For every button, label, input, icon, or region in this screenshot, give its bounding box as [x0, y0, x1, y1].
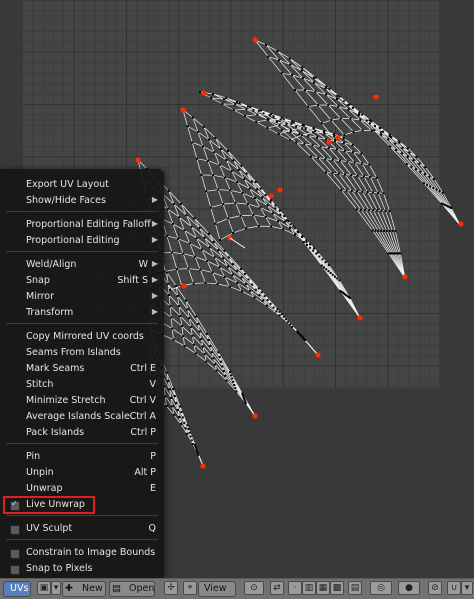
menu-item-shortcut: Ctrl P: [130, 427, 156, 438]
checkbox-icon[interactable]: [10, 565, 20, 575]
menu-item-label: Unpin: [26, 467, 54, 478]
submenu-arrow-icon: ▶: [151, 275, 158, 284]
menu-item-shortcut: Ctrl V: [129, 395, 156, 406]
checkbox-icon[interactable]: [10, 549, 20, 559]
open-label: Open: [129, 583, 155, 594]
menu-item-label: Stitch: [26, 379, 54, 390]
menu-item-shortcut: Ctrl E: [130, 363, 156, 374]
menu-item-label: Snap to Pixels: [26, 563, 93, 574]
menu-item-copy-mirrored-uv-coords[interactable]: Copy Mirrored UV coords: [0, 329, 164, 345]
menu-item-label: Unwrap: [26, 483, 63, 494]
uvs-menu-label: UVs: [10, 583, 29, 594]
select-mode-island-icon[interactable]: ▩: [330, 581, 344, 595]
submenu-arrow-icon: ▶: [151, 219, 158, 228]
submenu-arrow-icon: ▶: [151, 235, 158, 244]
menu-item-minimize-stretch[interactable]: Minimize Stretch Ctrl V: [0, 393, 164, 409]
menu-item-proportional-editing-falloff[interactable]: Proportional Editing Falloff ▶: [0, 217, 164, 233]
menu-item-label: Pin: [26, 451, 41, 462]
submenu-arrow-icon: ▶: [151, 195, 158, 204]
pivot-icon[interactable]: ⊙: [244, 581, 264, 595]
sticky-selection-icon[interactable]: ▤: [348, 581, 362, 595]
menu-item-snap[interactable]: Snap Shift S ▶: [0, 273, 164, 289]
live-unwrap-highlight-box: [3, 496, 95, 514]
plus-icon: ✚: [65, 583, 73, 594]
menu-separator: [6, 539, 158, 540]
menu-item-shortcut: Shift S: [117, 275, 148, 286]
select-mode-edge-icon[interactable]: ▥: [302, 581, 316, 595]
menu-item-shortcut: Q: [148, 523, 156, 534]
menu-item-label: Snap: [26, 275, 50, 286]
menu-item-proportional-editing[interactable]: Proportional Editing ▶: [0, 233, 164, 249]
magnet-icon[interactable]: ∪: [447, 581, 461, 595]
menu-item-seams-from-islands[interactable]: Seams From Islands: [0, 345, 164, 361]
menu-item-label: Minimize Stretch: [26, 395, 106, 406]
menu-item-mirror[interactable]: Mirror ▶: [0, 289, 164, 305]
proportional-falloff-icon[interactable]: ●: [398, 581, 420, 595]
menu-item-label: Transform: [26, 307, 74, 318]
menu-item-label: Mark Seams: [26, 363, 85, 374]
menu-item-label: Mirror: [26, 291, 54, 302]
menu-item-label: Proportional Editing Falloff: [26, 219, 151, 230]
menu-item-constrain-to-image-bounds[interactable]: Constrain to Image Bounds: [0, 545, 164, 561]
checkbox-icon[interactable]: [10, 525, 20, 535]
menu-item-label: Proportional Editing: [26, 235, 120, 246]
new-label: New: [82, 583, 103, 594]
submenu-arrow-icon: ▶: [151, 291, 158, 300]
menu-separator: [6, 211, 158, 212]
menu-item-shortcut: Ctrl A: [129, 411, 156, 422]
chevron-down-icon[interactable]: ▾: [51, 581, 61, 595]
menu-item-snap-to-pixels[interactable]: Snap to Pixels: [0, 561, 164, 577]
open-image-button[interactable]: ▤ Open: [109, 581, 155, 597]
menu-separator: [6, 443, 158, 444]
cursor-icon[interactable]: ⌖: [183, 581, 197, 595]
menu-item-transform[interactable]: Transform ▶: [0, 305, 164, 321]
chevron-down-icon[interactable]: ▾: [461, 581, 473, 595]
menu-separator: [6, 323, 158, 324]
menu-item-stitch[interactable]: Stitch V: [0, 377, 164, 393]
menu-item-pack-islands[interactable]: Pack Islands Ctrl P: [0, 425, 164, 441]
menu-item-label: Show/Hide Faces: [26, 195, 106, 206]
menu-item-label: Export UV Layout: [26, 179, 109, 190]
select-mode-vertex-icon[interactable]: ·: [288, 581, 302, 595]
menu-item-show-hide-faces[interactable]: Show/Hide Faces ▶: [0, 193, 164, 209]
menu-separator: [6, 251, 158, 252]
submenu-arrow-icon: ▶: [151, 307, 158, 316]
menu-item-shortcut: W: [138, 259, 148, 270]
select-mode-face-icon[interactable]: ▦: [316, 581, 330, 595]
menu-item-label: Copy Mirrored UV coords: [26, 331, 144, 342]
menu-item-shortcut: V: [149, 379, 157, 390]
menu-item-shortcut: E: [149, 483, 156, 494]
new-image-button[interactable]: ✚ New: [62, 581, 106, 597]
menu-item-label: Weld/Align: [26, 259, 77, 270]
view-label: View: [204, 583, 227, 594]
proportional-icon[interactable]: ◎: [370, 581, 392, 595]
menu-item-shortcut: Alt P: [134, 467, 156, 478]
sync-selection-icon[interactable]: ⇄: [270, 581, 284, 595]
pin-icon[interactable]: ✢: [164, 581, 178, 595]
menu-item-label: Average Islands Scale: [26, 411, 130, 422]
menu-item-label: Seams From Islands: [26, 347, 121, 358]
view-menu-button[interactable]: View: [198, 581, 236, 597]
image-editor-icon[interactable]: ▣: [37, 581, 51, 595]
menu-item-mark-seams[interactable]: Mark Seams Ctrl E: [0, 361, 164, 377]
uvs-menu: Export UV Layout Show/Hide Faces ▶ Proporti…: [0, 169, 164, 579]
menu-item-label: Pack Islands: [26, 427, 85, 438]
menu-item-label: UV Sculpt: [26, 523, 73, 534]
uvs-menu-button[interactable]: UVs: [3, 581, 31, 597]
menu-item-export-uv-layout[interactable]: Export UV Layout: [0, 177, 164, 193]
snap-icon[interactable]: ⊘: [428, 581, 442, 595]
uv-editor-header: UVs ▣ ▾ ✚ New ▤ Open ✢ ⌖ View ⊙ ⇄ · ▥ ▦ ▩ …: [0, 578, 474, 599]
menu-item-unwrap[interactable]: Unwrap E: [0, 481, 164, 497]
menu-item-uv-sculpt[interactable]: UV Sculpt Q: [0, 521, 164, 537]
menu-item-label: Constrain to Image Bounds: [26, 547, 156, 558]
menu-item-pin[interactable]: Pin P: [0, 449, 164, 465]
menu-item-weld-align[interactable]: Weld/Align W ▶: [0, 257, 164, 273]
folder-icon: ▤: [112, 583, 121, 594]
submenu-arrow-icon: ▶: [151, 259, 158, 268]
menu-item-average-islands-scale[interactable]: Average Islands Scale Ctrl A: [0, 409, 164, 425]
menu-separator: [6, 515, 158, 516]
menu-item-unpin[interactable]: Unpin Alt P: [0, 465, 164, 481]
menu-item-shortcut: P: [150, 451, 156, 462]
